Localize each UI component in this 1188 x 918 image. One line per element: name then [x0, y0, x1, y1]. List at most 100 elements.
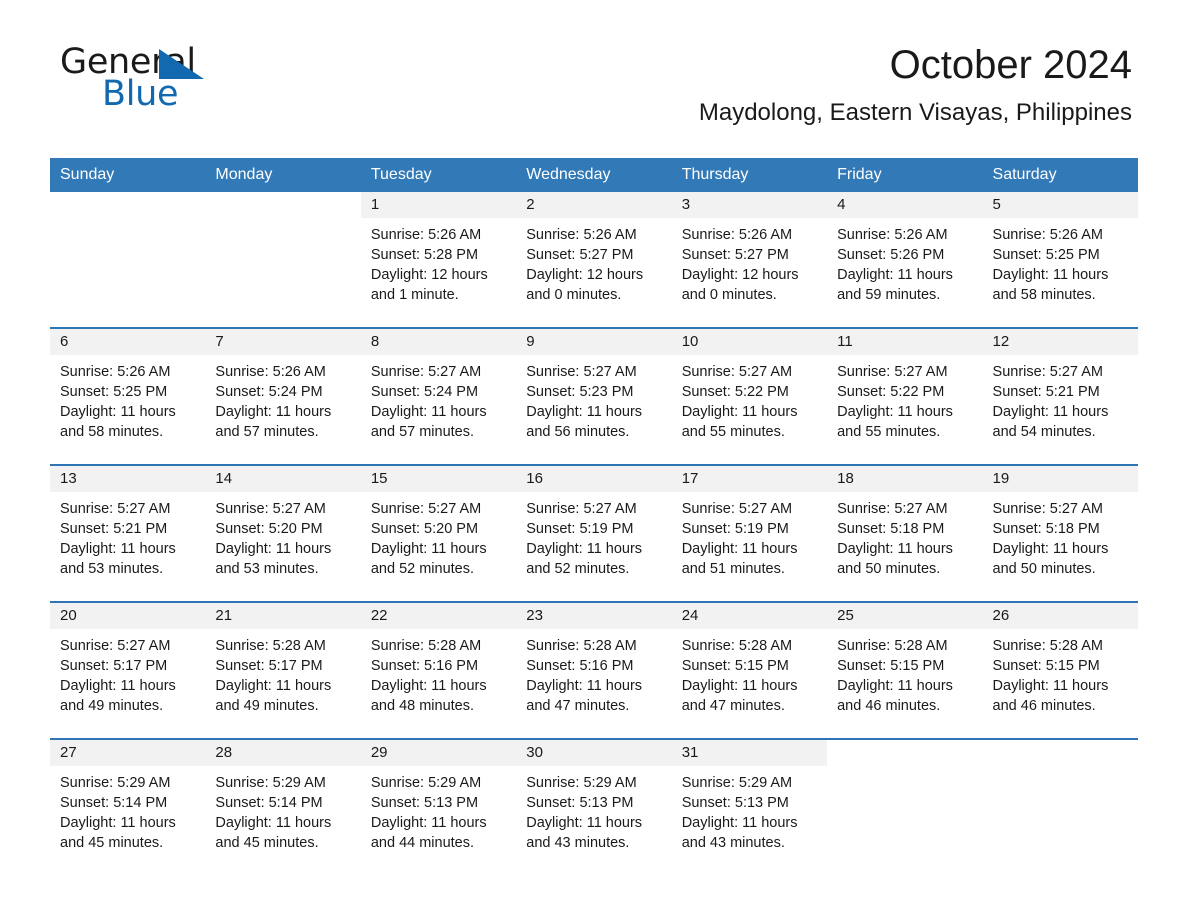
day-number: 7	[205, 329, 361, 355]
day-detail-line: Sunrise: 5:27 AM	[370, 501, 482, 517]
day-cell[interactable]: 7 Sunrise: 5:26 AM Sunset: 5:24 PM Daylight…	[205, 329, 361, 464]
day-cell[interactable]: 23 Sunrise: 5:28 AM Sunset: 5:16 PM Dayligh…	[516, 603, 672, 738]
day-cell[interactable]: 29 Sunrise: 5:29 AM Sunset: 5:13 PM Dayligh…	[360, 740, 517, 875]
calendar-cell: 4 Sunrise: 5:26 AM Sunset: 5:26 PM Daylight…	[827, 192, 983, 328]
day-cell[interactable]: 19 Sunrise: 5:27 AM Sunset: 5:18 PM Dayligh…	[982, 466, 1138, 601]
day-detail-line: Sunrise: 5:28 AM	[837, 638, 948, 654]
day-detail-line: and 59 minutes.	[837, 287, 941, 303]
day-number: 16	[516, 466, 672, 492]
day-cell[interactable]: 24 Sunrise: 5:28 AM Sunset: 5:15 PM Dayligh…	[671, 603, 828, 738]
day-cell[interactable]: 25 Sunrise: 5:28 AM Sunset: 5:15 PM Dayligh…	[827, 603, 983, 738]
day-cell[interactable]: 17 Sunrise: 5:27 AM Sunset: 5:19 PM Dayligh…	[671, 466, 828, 601]
day-cell[interactable]: 20 Sunrise: 5:27 AM Sunset: 5:17 PM Dayligh…	[50, 603, 206, 738]
day-cell[interactable]: 30 Sunrise: 5:29 AM Sunset: 5:13 PM Dayligh…	[516, 740, 672, 875]
day-number: 12	[982, 329, 1138, 355]
day-number: 18	[827, 466, 983, 492]
general-blue-logo[interactable]: General Blue	[60, 45, 220, 117]
calendar-cell	[827, 738, 983, 875]
day-cell[interactable]: 2 Sunrise: 5:26 AM Sunset: 5:27 PM Daylight…	[516, 192, 672, 327]
day-detail-line: Daylight: 11 hours	[526, 815, 643, 831]
day-number: 25	[827, 603, 983, 629]
day-details: Sunrise: 5:27 AM Sunset: 5:19 PM Daylight:…	[516, 492, 671, 579]
day-cell[interactable]: 4 Sunrise: 5:26 AM Sunset: 5:26 PM Daylight…	[827, 192, 983, 327]
day-cell[interactable]: 10 Sunrise: 5:27 AM Sunset: 5:22 PM Dayligh…	[671, 329, 828, 464]
day-details: Sunrise: 5:26 AM Sunset: 5:26 PM Daylight:…	[827, 218, 982, 305]
day-detail-line: Sunrise: 5:27 AM	[992, 501, 1103, 517]
day-detail-line: Daylight: 11 hours	[992, 678, 1109, 694]
day-cell[interactable]: 21 Sunrise: 5:28 AM Sunset: 5:17 PM Dayligh…	[205, 603, 361, 738]
day-detail-line: Daylight: 11 hours	[681, 404, 798, 420]
day-detail-line: Sunrise: 5:26 AM	[526, 227, 637, 243]
day-number	[205, 192, 361, 218]
day-detail-line: Sunset: 5:21 PM	[992, 384, 1100, 400]
day-detail-line: and 56 minutes.	[526, 424, 630, 440]
day-details: Sunrise: 5:27 AM Sunset: 5:20 PM Daylight:…	[361, 492, 516, 579]
day-detail-line: Sunrise: 5:26 AM	[992, 227, 1103, 243]
day-detail-line: and 43 minutes.	[681, 835, 785, 851]
day-cell[interactable]: 1 Sunrise: 5:26 AM Sunset: 5:28 PM Daylight…	[360, 192, 517, 327]
day-cell[interactable]: 31 Sunrise: 5:29 AM Sunset: 5:13 PM Dayligh…	[671, 740, 828, 875]
day-details: Sunrise: 5:27 AM Sunset: 5:21 PM Daylight:…	[50, 492, 205, 579]
day-details: Sunrise: 5:26 AM Sunset: 5:25 PM Daylight:…	[983, 218, 1138, 305]
calendar-cell: 21 Sunrise: 5:28 AM Sunset: 5:17 PM Dayligh…	[205, 601, 361, 739]
day-detail-line: Daylight: 11 hours	[837, 267, 953, 283]
day-detail-line: and 1 minute.	[370, 287, 459, 303]
calendar-cell: 8 Sunrise: 5:27 AM Sunset: 5:24 PM Daylight…	[360, 327, 517, 465]
calendar-cell: 30 Sunrise: 5:29 AM Sunset: 5:13 PM Dayligh…	[516, 738, 672, 875]
day-details: Sunrise: 5:29 AM Sunset: 5:13 PM Daylight:…	[672, 766, 827, 853]
day-cell[interactable]: 16 Sunrise: 5:27 AM Sunset: 5:19 PM Dayligh…	[516, 466, 672, 601]
day-cell[interactable]: 8 Sunrise: 5:27 AM Sunset: 5:24 PM Daylight…	[360, 329, 517, 464]
day-detail-line: Sunset: 5:24 PM	[370, 384, 479, 400]
day-detail-line: and 55 minutes.	[681, 424, 785, 440]
day-cell[interactable]: 5 Sunrise: 5:26 AM Sunset: 5:25 PM Daylight…	[982, 192, 1138, 327]
day-detail-line: and 49 minutes.	[60, 698, 164, 714]
day-cell[interactable]: 13 Sunrise: 5:27 AM Sunset: 5:21 PM Dayligh…	[50, 466, 206, 601]
day-cell[interactable]: 3 Sunrise: 5:26 AM Sunset: 5:27 PM Daylight…	[671, 192, 828, 327]
day-details: Sunrise: 5:26 AM Sunset: 5:25 PM Daylight:…	[50, 355, 205, 442]
day-cell[interactable]: 22 Sunrise: 5:28 AM Sunset: 5:16 PM Dayligh…	[360, 603, 517, 738]
day-detail-line: Sunrise: 5:27 AM	[837, 364, 948, 380]
calendar-week-row: 27 Sunrise: 5:29 AM Sunset: 5:14 PM Dayligh…	[50, 738, 1138, 875]
day-cell[interactable]: 28 Sunrise: 5:29 AM Sunset: 5:14 PM Dayligh…	[205, 740, 361, 875]
day-detail-line: and 46 minutes.	[837, 698, 941, 714]
day-cell[interactable]: 12 Sunrise: 5:27 AM Sunset: 5:21 PM Dayligh…	[982, 329, 1138, 464]
day-detail-line: Sunset: 5:18 PM	[837, 521, 945, 537]
day-detail-line: Sunset: 5:22 PM	[837, 384, 945, 400]
day-detail-line: Daylight: 11 hours	[526, 541, 643, 557]
day-detail-line: Sunset: 5:14 PM	[215, 795, 323, 811]
day-cell[interactable]: 11 Sunrise: 5:27 AM Sunset: 5:22 PM Dayligh…	[827, 329, 983, 464]
day-detail-line: Sunset: 5:17 PM	[60, 658, 168, 674]
day-details: Sunrise: 5:29 AM Sunset: 5:13 PM Daylight:…	[516, 766, 671, 853]
day-details: Sunrise: 5:28 AM Sunset: 5:16 PM Daylight:…	[516, 629, 671, 716]
day-details: Sunrise: 5:26 AM Sunset: 5:28 PM Daylight:…	[361, 218, 516, 305]
day-cell[interactable]: 27 Sunrise: 5:29 AM Sunset: 5:14 PM Dayligh…	[50, 740, 206, 875]
day-cell[interactable]: 14 Sunrise: 5:27 AM Sunset: 5:20 PM Dayligh…	[205, 466, 361, 601]
day-details: Sunrise: 5:27 AM Sunset: 5:20 PM Daylight:…	[205, 492, 360, 579]
day-number: 14	[205, 466, 361, 492]
calendar-cell: 29 Sunrise: 5:29 AM Sunset: 5:13 PM Dayligh…	[360, 738, 517, 875]
day-detail-line: Sunrise: 5:28 AM	[215, 638, 326, 654]
day-number: 10	[671, 329, 828, 355]
day-cell[interactable]: 15 Sunrise: 5:27 AM Sunset: 5:20 PM Dayligh…	[360, 466, 517, 601]
day-number: 1	[360, 192, 517, 218]
day-number: 5	[982, 192, 1138, 218]
day-details: Sunrise: 5:26 AM Sunset: 5:27 PM Daylight:…	[516, 218, 671, 305]
day-details: Sunrise: 5:27 AM Sunset: 5:22 PM Daylight:…	[672, 355, 827, 442]
calendar-cell: 23 Sunrise: 5:28 AM Sunset: 5:16 PM Dayligh…	[516, 601, 672, 739]
day-cell[interactable]: 6 Sunrise: 5:26 AM Sunset: 5:25 PM Daylight…	[50, 329, 206, 464]
day-cell[interactable]: 26 Sunrise: 5:28 AM Sunset: 5:15 PM Dayligh…	[982, 603, 1138, 738]
day-detail-line: Daylight: 11 hours	[215, 404, 332, 420]
day-detail-line: Sunset: 5:21 PM	[60, 521, 168, 537]
day-detail-line: Daylight: 12 hours	[370, 267, 488, 283]
day-cell[interactable]: 9 Sunrise: 5:27 AM Sunset: 5:23 PM Daylight…	[516, 329, 672, 464]
day-number: 17	[671, 466, 828, 492]
day-detail-line: Sunset: 5:14 PM	[60, 795, 168, 811]
day-detail-line: Daylight: 11 hours	[60, 541, 176, 557]
day-detail-line: and 50 minutes.	[837, 561, 941, 577]
day-detail-line: Sunset: 5:25 PM	[992, 247, 1100, 263]
day-detail-line: Sunset: 5:18 PM	[992, 521, 1100, 537]
day-cell[interactable]: 18 Sunrise: 5:27 AM Sunset: 5:18 PM Dayligh…	[827, 466, 983, 601]
calendar-cell: 25 Sunrise: 5:28 AM Sunset: 5:15 PM Dayligh…	[827, 601, 983, 739]
day-detail-line: Daylight: 11 hours	[215, 815, 332, 831]
calendar-cell	[50, 192, 206, 328]
